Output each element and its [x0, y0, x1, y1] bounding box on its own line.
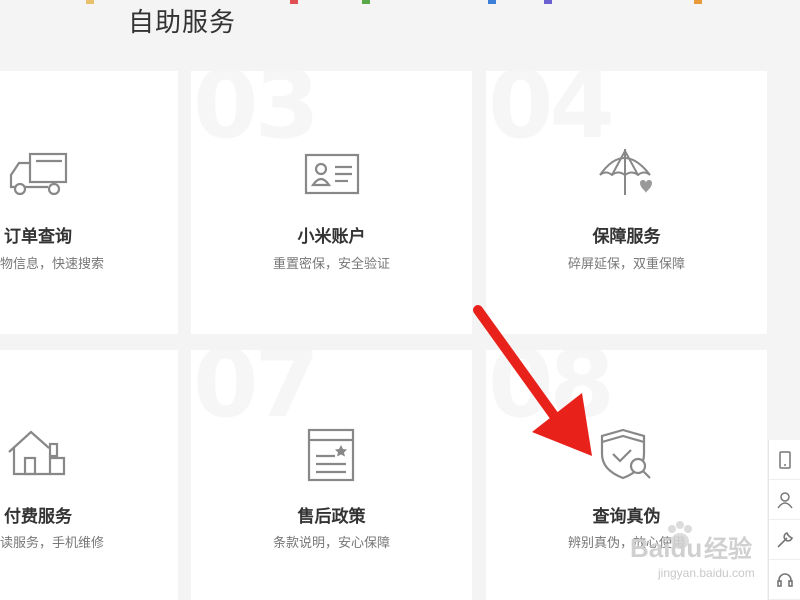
card-number: 08 — [488, 350, 615, 439]
wrench-icon — [777, 531, 793, 548]
watermark-url: jingyan.baidu.com — [658, 566, 755, 580]
card-number: 07 — [193, 350, 320, 439]
card-label: 查询真伪 — [592, 507, 661, 526]
card-desc: 物信息，快速搜索 — [0, 256, 105, 271]
sidebar-support[interactable] — [769, 560, 800, 600]
user-icon — [777, 491, 793, 508]
umbrella-heart-icon — [596, 145, 660, 206]
card-mi-account[interactable]: 03 小米账户 重置密保，安全验证 — [191, 71, 472, 334]
sidebar-service[interactable] — [769, 520, 800, 560]
sidebar-user[interactable] — [769, 480, 800, 520]
card-paid-service[interactable]: 付费服务 读服务，手机维修 — [0, 350, 178, 600]
card-protection-service[interactable]: 04 保障服务 碎屏延保，双重保障 — [486, 71, 767, 334]
toolbar-dot — [694, 0, 702, 4]
headset-icon — [777, 572, 793, 587]
truck-icon — [6, 151, 70, 202]
floating-sidebar — [768, 440, 800, 600]
house-icon — [6, 428, 68, 483]
card-desc: 读服务，手机维修 — [0, 535, 105, 550]
toolbar-dot — [362, 0, 370, 4]
card-authenticity-check[interactable]: 08 查询真伪 辨别真伪，放心使用 — [486, 350, 767, 600]
card-number: 03 — [193, 71, 320, 160]
card-desc: 辨别真伪，放心使用 — [567, 535, 685, 550]
top-toolbar-strip — [0, 0, 800, 6]
sidebar-phone[interactable] — [769, 440, 800, 480]
toolbar-dot — [544, 0, 552, 4]
toolbar-dot — [86, 0, 94, 4]
toolbar-dot — [488, 0, 496, 4]
card-label: 订单查询 — [4, 227, 72, 246]
id-card-icon — [304, 153, 360, 200]
card-label: 售后政策 — [297, 507, 366, 526]
card-desc: 重置密保，安全验证 — [272, 256, 390, 271]
card-desc: 碎屏延保，双重保障 — [567, 256, 685, 271]
card-after-sales-policy[interactable]: 07 售后政策 条款说明，安心保障 — [191, 350, 472, 600]
card-label: 小米账户 — [297, 227, 366, 246]
document-icon — [307, 428, 355, 487]
card-order-lookup[interactable]: 订单查询 物信息，快速搜索 — [0, 71, 178, 334]
toolbar-dot — [290, 0, 298, 4]
card-label: 付费服务 — [4, 507, 72, 526]
phone-icon — [779, 450, 791, 469]
shield-check-icon — [598, 426, 654, 487]
card-label: 保障服务 — [592, 227, 661, 246]
card-number: 04 — [488, 71, 615, 160]
page-title: 自助服务 — [128, 7, 237, 37]
card-desc: 条款说明，安心保障 — [272, 535, 390, 550]
